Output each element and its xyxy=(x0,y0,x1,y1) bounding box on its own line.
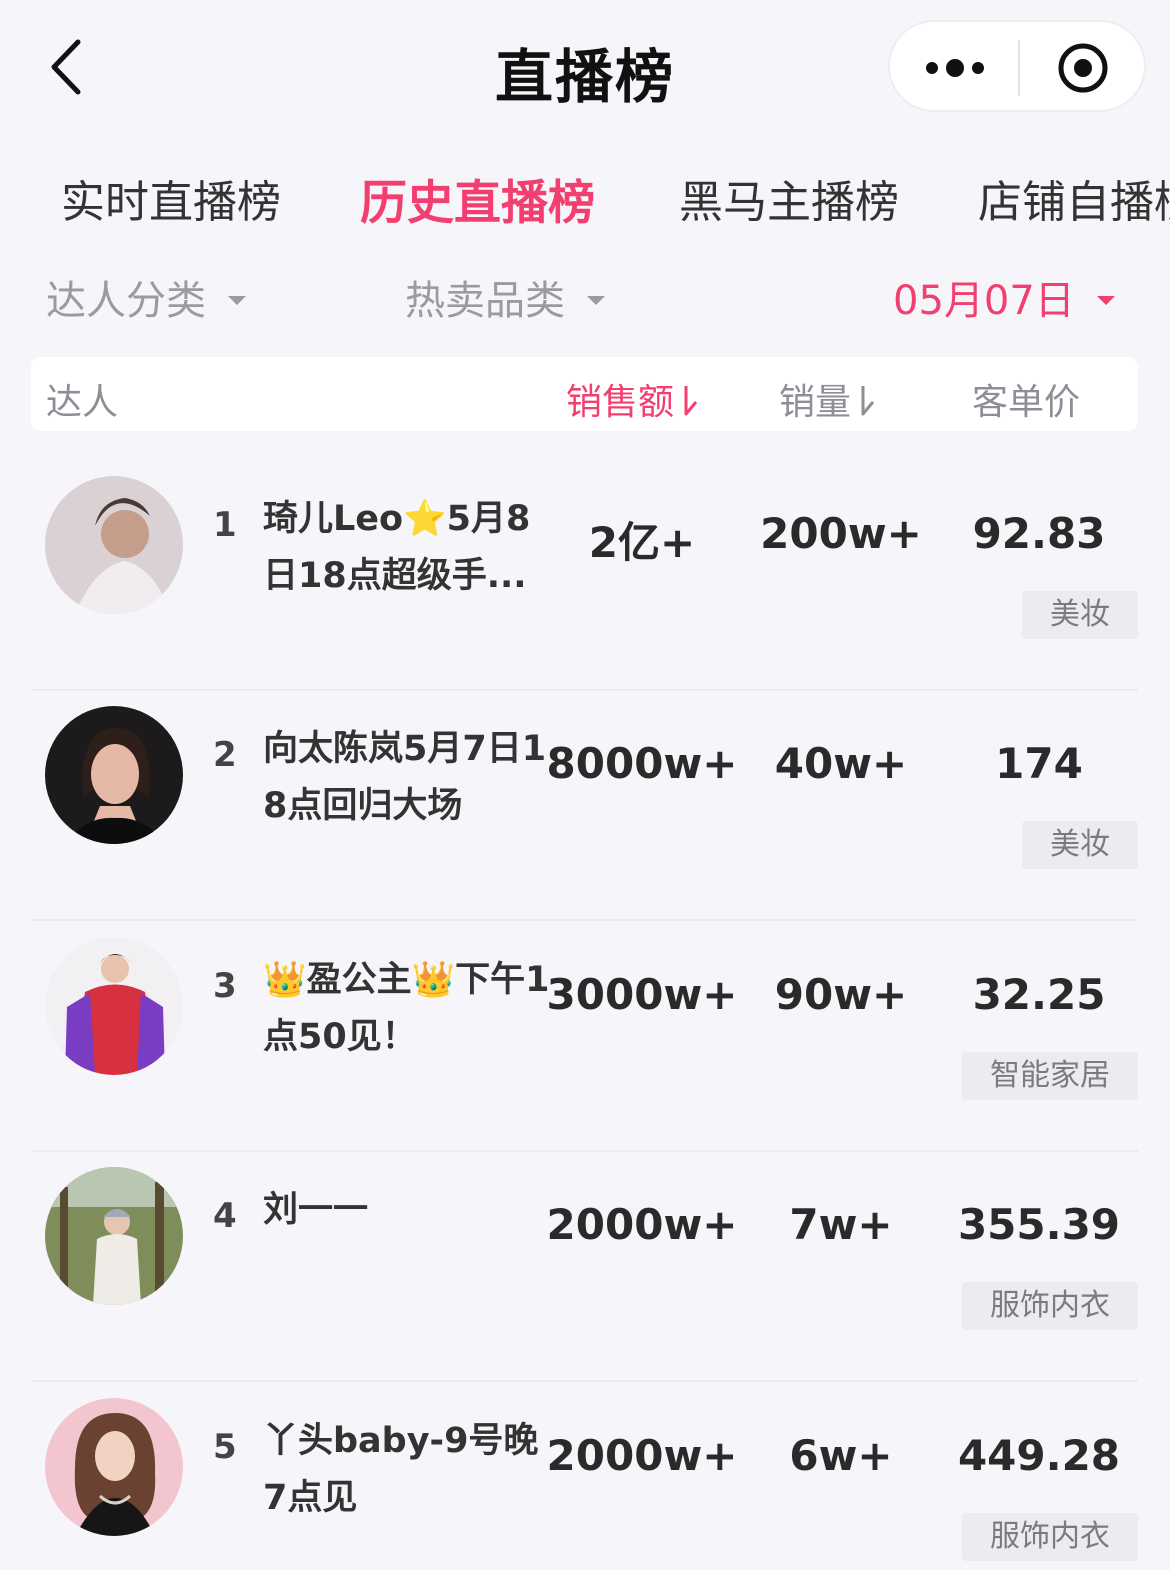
unit-price-value: 449.28 xyxy=(957,1431,1121,1480)
table-header: 达人 销售额 销量 客单价 xyxy=(31,357,1138,431)
unit-price-value: 174 xyxy=(995,739,1083,788)
ranking-tabs: 实时直播榜 历史直播榜 黑马主播榜 店铺自播榜 xyxy=(0,160,1170,230)
header-volume[interactable]: 销量 xyxy=(779,373,877,425)
rank-number: 3 xyxy=(213,966,237,1006)
more-button[interactable] xyxy=(920,44,990,92)
unit-price-value: 355.39 xyxy=(957,1200,1121,1249)
caret-down-icon xyxy=(1096,295,1115,305)
caret-down-icon xyxy=(587,295,605,305)
table-row[interactable]: 2 向太陈岚5月7日18点回归大场 8000w+ 40w+ 174 美妆 xyxy=(31,691,1138,921)
talent-name: 丫头baby-9号晚7点见 xyxy=(263,1421,539,1518)
sort-desc-icon xyxy=(684,386,698,416)
volume-value: 7w+ xyxy=(789,1200,893,1249)
hot-category-filter[interactable]: 热卖品类 xyxy=(405,268,605,326)
tab-history[interactable]: 历史直播榜 xyxy=(360,164,595,230)
sort-desc-icon xyxy=(861,386,875,416)
avatar xyxy=(45,1398,183,1536)
category-tag: 服饰内衣 xyxy=(962,1513,1138,1561)
sales-value: 8000w+ xyxy=(546,739,738,788)
category-tag: 美妆 xyxy=(1022,821,1138,869)
sales-value: 2000w+ xyxy=(546,1431,738,1480)
filter-bar: 达人分类 热卖品类 05月07日 xyxy=(0,268,1170,328)
rank-number: 5 xyxy=(213,1427,237,1467)
talent-category-filter[interactable]: 达人分类 xyxy=(46,268,246,326)
date-filter[interactable]: 05月07日 xyxy=(893,268,1115,326)
close-button[interactable] xyxy=(1055,40,1111,96)
avatar xyxy=(45,706,183,844)
rank-number: 2 xyxy=(213,735,237,775)
capsule-divider xyxy=(1018,40,1020,96)
header-talent: 达人 xyxy=(46,382,119,423)
category-tag: 服饰内衣 xyxy=(962,1282,1138,1330)
volume-value: 200w+ xyxy=(760,509,922,558)
table-row[interactable]: 3 👑盈公主👑下午1点50见！ 3000w+ 90w+ 32.25 智能家居 xyxy=(31,922,1138,1152)
rank-number: 4 xyxy=(213,1196,237,1236)
unit-price-value: 32.25 xyxy=(972,970,1106,1019)
category-tag: 美妆 xyxy=(1022,591,1138,639)
sales-value: 2000w+ xyxy=(546,1200,738,1249)
volume-value: 90w+ xyxy=(774,970,908,1019)
more-dots-icon xyxy=(926,59,984,77)
talent-name: 👑盈公主👑下午1点50见！ xyxy=(263,960,550,1057)
talent-name: 琦儿Leo⭐5月8日18点超级手... xyxy=(263,499,531,596)
caret-down-icon xyxy=(228,295,246,305)
avatar xyxy=(45,937,183,1075)
volume-value: 40w+ xyxy=(774,739,908,788)
close-target-icon xyxy=(1058,43,1108,93)
rank-number: 1 xyxy=(213,505,237,545)
tab-dark-horse[interactable]: 黑马主播榜 xyxy=(679,166,899,230)
avatar xyxy=(45,476,183,614)
table-row[interactable]: 4 刘一一 2000w+ 7w+ 355.39 服饰内衣 xyxy=(31,1152,1138,1382)
sales-value: 3000w+ xyxy=(546,970,738,1019)
table-row[interactable]: 5 丫头baby-9号晚7点见 2000w+ 6w+ 449.28 服饰内衣 xyxy=(31,1383,1138,1570)
sales-value: 2亿+ xyxy=(588,518,696,567)
unit-price-value: 92.83 xyxy=(972,509,1106,558)
tab-realtime[interactable]: 实时直播榜 xyxy=(61,166,281,230)
nav-bar: 直播榜 xyxy=(0,0,1170,135)
talent-name: 向太陈岚5月7日18点回归大场 xyxy=(263,729,547,826)
volume-value: 6w+ xyxy=(789,1431,893,1480)
mini-program-capsule xyxy=(888,20,1146,112)
talent-name: 刘一一 xyxy=(263,1190,369,1230)
header-unit-price[interactable]: 客单价 xyxy=(972,373,1080,425)
header-sales[interactable]: 销售额 xyxy=(566,373,700,425)
table-row[interactable]: 1 琦儿Leo⭐5月8日18点超级手... 2亿+ 200w+ 92.83 美妆 xyxy=(31,461,1138,691)
avatar xyxy=(45,1167,183,1305)
tab-store-self-live[interactable]: 店铺自播榜 xyxy=(978,166,1170,230)
category-tag: 智能家居 xyxy=(962,1052,1138,1100)
